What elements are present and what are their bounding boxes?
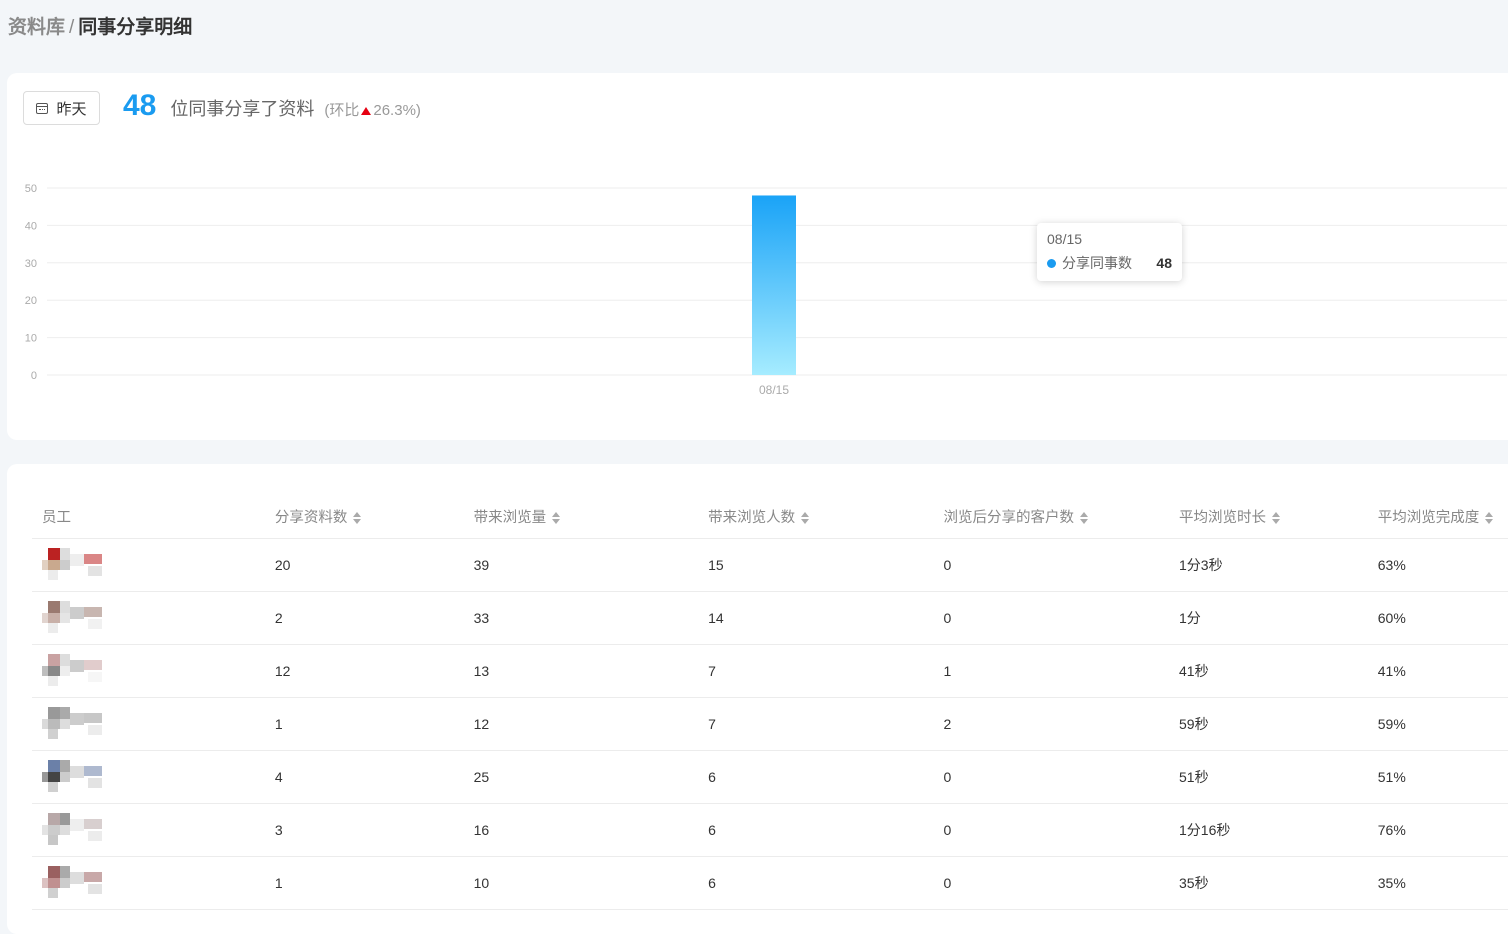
cell-views: 33 — [463, 591, 699, 645]
col-header-viewers[interactable]: 带来浏览人数 — [698, 494, 934, 539]
sort-icon[interactable] — [353, 511, 362, 524]
table-header-row: 员工 分享资料数 带来浏览量 带来浏览人数 浏览后分享的客户数 平均浏览时长 平… — [32, 494, 1508, 539]
tooltip-date: 08/15 — [1047, 231, 1083, 247]
cell-views: 10 — [463, 856, 699, 910]
y-tick-label: 30 — [25, 258, 37, 270]
cell-viewers: 6 — [698, 803, 934, 857]
cell-customer-shares: 2 — [933, 697, 1170, 751]
employee-avatar — [42, 707, 112, 741]
table-row: 20 39 15 0 1分3秒 63% — [32, 538, 1508, 592]
table-card: 员工 分享资料数 带来浏览量 带来浏览人数 浏览后分享的客户数 平均浏览时长 平… — [7, 464, 1508, 934]
cell-avg-completion: 35% — [1367, 856, 1508, 910]
cell-customer-shares: 0 — [933, 856, 1170, 910]
cell-shared-count: 3 — [264, 803, 464, 857]
cell-avg-completion: 59% — [1367, 697, 1508, 751]
table-row: 1 10 6 0 35秒 35% — [32, 856, 1508, 910]
table-row: 4 25 6 0 51秒 51% — [32, 750, 1508, 804]
cell-avatar — [32, 803, 265, 857]
cell-avatar — [32, 644, 265, 698]
cell-avg-duration: 1分16秒 — [1169, 803, 1368, 857]
breadcrumb: 资料库 / 同事分享明细 — [8, 12, 192, 39]
cell-avatar — [32, 538, 265, 592]
y-tick-label: 20 — [25, 295, 37, 307]
employee-avatar — [42, 601, 112, 635]
cell-avg-completion: 76% — [1367, 803, 1508, 857]
col-header-views[interactable]: 带来浏览量 — [463, 494, 699, 539]
cell-avg-completion: 51% — [1367, 750, 1508, 804]
cell-views: 12 — [463, 697, 699, 751]
chart-bar[interactable] — [752, 195, 796, 375]
col-header-avg-completion[interactable]: 平均浏览完成度 — [1367, 494, 1508, 539]
tooltip-label: 分享同事数 — [1062, 255, 1132, 271]
col-header-avg-duration[interactable]: 平均浏览时长 — [1169, 494, 1368, 539]
cell-avatar — [32, 591, 265, 645]
col-header-employee: 员工 — [32, 494, 265, 539]
page-title: 同事分享明细 — [78, 17, 193, 38]
cell-customer-shares: 1 — [933, 644, 1170, 698]
cell-avatar — [32, 856, 265, 910]
share-detail-table: 员工 分享资料数 带来浏览量 带来浏览人数 浏览后分享的客户数 平均浏览时长 平… — [32, 494, 1508, 910]
employee-avatar — [42, 813, 112, 847]
y-tick-label: 40 — [25, 220, 37, 232]
cell-viewers: 6 — [698, 856, 934, 910]
cell-avg-duration: 51秒 — [1169, 750, 1368, 804]
cell-customer-shares: 0 — [933, 538, 1170, 592]
cell-avg-duration: 1分3秒 — [1169, 538, 1368, 592]
sort-icon[interactable] — [1272, 511, 1281, 524]
table-row: 3 16 6 0 1分16秒 76% — [32, 803, 1508, 857]
sort-icon[interactable] — [1485, 511, 1494, 524]
cell-customer-shares: 0 — [933, 750, 1170, 804]
cell-viewers: 14 — [698, 591, 934, 645]
sort-icon[interactable] — [1080, 511, 1089, 524]
table-row: 12 13 7 1 41秒 41% — [32, 644, 1508, 698]
y-tick-label: 0 — [31, 370, 37, 382]
cell-customer-shares: 0 — [933, 803, 1170, 857]
employee-avatar — [42, 866, 112, 900]
cell-views: 13 — [463, 644, 699, 698]
cell-views: 16 — [463, 803, 699, 857]
cell-viewers: 7 — [698, 697, 934, 751]
table-row: 2 33 14 0 1分 60% — [32, 591, 1508, 645]
breadcrumb-separator: / — [69, 17, 75, 38]
sort-icon[interactable] — [552, 511, 561, 524]
sort-icon[interactable] — [801, 511, 810, 524]
table-row: 1 12 7 2 59秒 59% — [32, 697, 1508, 751]
cell-shared-count: 2 — [264, 591, 464, 645]
employee-avatar — [42, 654, 112, 688]
cell-avatar — [32, 697, 265, 751]
cell-views: 39 — [463, 538, 699, 592]
chart-card: 昨天 48 位同事分享了资料 (环比 26.3%) 0 10 20 30 40 50 08/1… — [7, 73, 1508, 440]
cell-customer-shares: 0 — [933, 591, 1170, 645]
cell-views: 25 — [463, 750, 699, 804]
cell-avg-duration: 35秒 — [1169, 856, 1368, 910]
y-tick-label: 50 — [25, 183, 37, 195]
cell-shared-count: 4 — [264, 750, 464, 804]
chart-tooltip: 08/15 分享同事数 48 — [1037, 223, 1182, 281]
col-header-shared-count[interactable]: 分享资料数 — [264, 494, 464, 539]
employee-avatar — [42, 548, 112, 582]
col-header-customer-shares[interactable]: 浏览后分享的客户数 — [933, 494, 1170, 539]
bar-chart: 0 10 20 30 40 50 08/15 — [25, 183, 1507, 397]
cell-avg-completion: 63% — [1367, 538, 1508, 592]
breadcrumb-parent-link[interactable]: 资料库 — [8, 17, 65, 38]
cell-shared-count: 1 — [264, 697, 464, 751]
cell-shared-count: 20 — [264, 538, 464, 592]
cell-avg-completion: 41% — [1367, 644, 1508, 698]
cell-viewers: 7 — [698, 644, 934, 698]
employee-avatar — [42, 760, 112, 794]
cell-avg-duration: 1分 — [1169, 591, 1368, 645]
cell-avatar — [32, 750, 265, 804]
cell-avg-duration: 59秒 — [1169, 697, 1368, 751]
cell-shared-count: 1 — [264, 856, 464, 910]
cell-avg-duration: 41秒 — [1169, 644, 1368, 698]
x-tick-label: 08/15 — [759, 383, 789, 397]
cell-avg-completion: 60% — [1367, 591, 1508, 645]
y-tick-label: 10 — [25, 333, 37, 345]
tooltip-value: 48 — [1156, 255, 1172, 271]
cell-viewers: 15 — [698, 538, 934, 592]
cell-shared-count: 12 — [264, 644, 464, 698]
series-dot-icon — [1047, 258, 1056, 268]
cell-viewers: 6 — [698, 750, 934, 804]
